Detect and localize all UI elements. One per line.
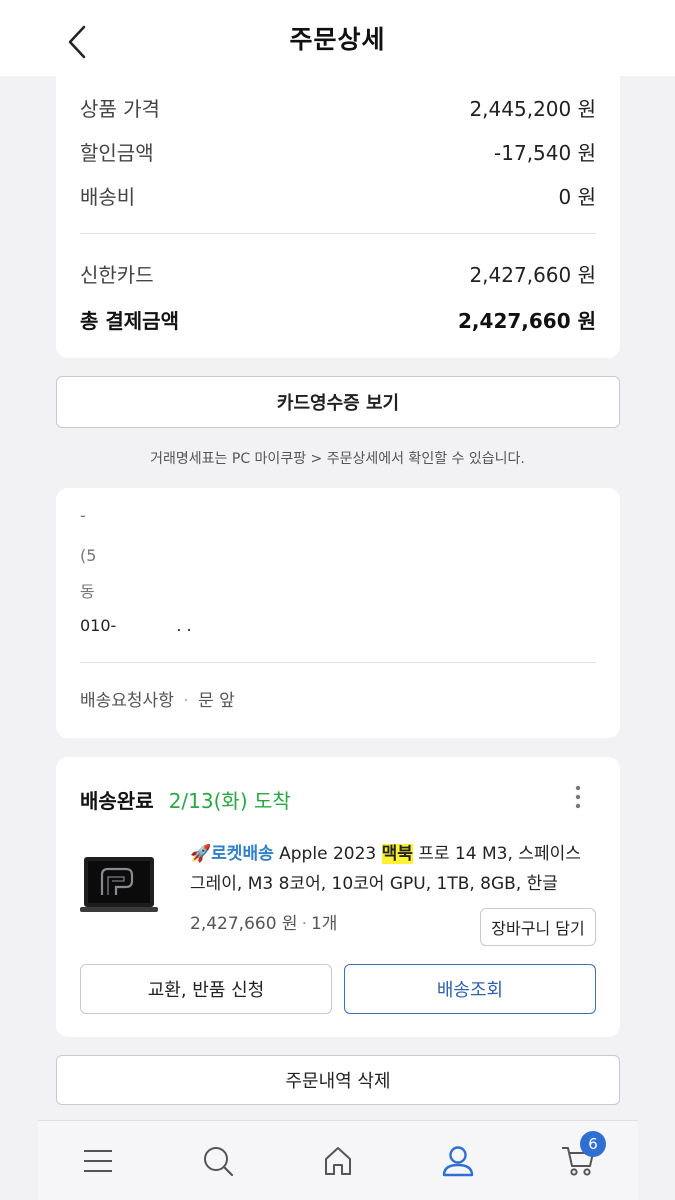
product-title[interactable]: 🚀로켓배송 Apple 2023 맥북 프로 14 M3, 스페이스 그레이, … — [190, 839, 600, 899]
discount-value: -17,540 원 — [494, 140, 596, 165]
delivery-status: 배송완료 2/13(화) 도착 — [80, 785, 291, 814]
shipping-row: 배송비 0 원 — [80, 180, 596, 210]
address-line: (5 — [80, 546, 97, 565]
price-value: 2,445,200 원 — [469, 96, 596, 121]
menu-icon — [84, 1149, 112, 1172]
divider — [80, 233, 596, 234]
phone-number: 010-. . — [80, 616, 192, 635]
address-detail: 동 — [80, 582, 95, 601]
track-delivery-button[interactable]: 배송조회 — [344, 964, 596, 1014]
delivery-request: 배송요청사항 · 문 앞 — [80, 691, 235, 711]
add-to-cart-button[interactable]: 장바구니 담기 — [480, 908, 596, 946]
status-label: 배송완료 — [80, 789, 154, 813]
product-price: 2,427,660 원 — [190, 914, 298, 934]
nav-cart[interactable]: 6 — [548, 1130, 608, 1191]
app-header: 주문상세 — [0, 0, 675, 76]
arrival-date: 2/13(화) 도착 — [168, 789, 291, 813]
price-row: 상품 가격 2,445,200 원 — [80, 92, 596, 122]
discount-row: 할인금액 -17,540 원 — [80, 136, 596, 166]
divider — [80, 662, 596, 663]
product-price-qty: 2,427,660 원 · 1개 — [190, 914, 338, 934]
price-label: 상품 가격 — [80, 96, 160, 121]
user-icon — [442, 1145, 474, 1176]
nav-menu[interactable] — [68, 1131, 128, 1191]
card-label: 신한카드 — [80, 262, 154, 287]
product-qty: 1개 — [310, 914, 338, 934]
shipping-label: 배송비 — [80, 184, 136, 209]
payment-summary-card: 상품 가격 2,445,200 원 할인금액 -17,540 원 배송비 0 원… — [56, 76, 620, 358]
return-request-button[interactable]: 교환, 반품 신청 — [80, 964, 332, 1014]
product-title-part: Apple 2023 — [279, 844, 382, 864]
total-row: 총 결제금액 2,427,660 원 — [80, 304, 596, 334]
address-card: - (5 동 010-. . 배송요청사항 · 문 앞 — [56, 488, 620, 738]
total-label: 총 결제금액 — [80, 308, 179, 333]
more-options-icon[interactable] — [574, 785, 582, 809]
home-icon — [325, 1146, 351, 1175]
discount-label: 할인금액 — [80, 140, 154, 165]
delete-order-button[interactable]: 주문내역 삭제 — [56, 1055, 620, 1105]
back-button[interactable] — [62, 24, 92, 60]
nav-my-coupang[interactable] — [428, 1131, 488, 1191]
page-title: 주문상세 — [289, 25, 386, 54]
chevron-left-icon — [68, 25, 86, 59]
bottom-navigation: 6 — [38, 1120, 638, 1200]
card-receipt-button[interactable]: 카드영수증 보기 — [56, 376, 620, 428]
delivery-request-label: 배송요청사항 — [80, 691, 174, 711]
product-image[interactable] — [80, 857, 158, 915]
rocket-delivery-label: 🚀로켓배송 — [190, 844, 274, 864]
card-value: 2,427,660 원 — [469, 262, 596, 287]
search-icon — [204, 1146, 234, 1176]
recipient-name: - — [80, 506, 86, 525]
delivery-card: 배송완료 2/13(화) 도착 🚀로켓배송 Apple 2023 맥북 프로 1… — [56, 757, 620, 1037]
total-value: 2,427,660 원 — [458, 308, 596, 333]
cart-count-badge: 6 — [580, 1130, 606, 1157]
nav-search[interactable] — [188, 1131, 248, 1191]
receipt-note: 거래명세표는 PC 마이쿠팡 > 주문상세에서 확인할 수 있습니다. — [150, 451, 525, 467]
shipping-value: 0 원 — [558, 184, 596, 209]
card-payment-row: 신한카드 2,427,660 원 — [80, 258, 596, 288]
product-title-highlight: 맥북 — [381, 844, 413, 864]
nav-home[interactable] — [308, 1131, 368, 1191]
delivery-request-value: 문 앞 — [198, 691, 235, 711]
